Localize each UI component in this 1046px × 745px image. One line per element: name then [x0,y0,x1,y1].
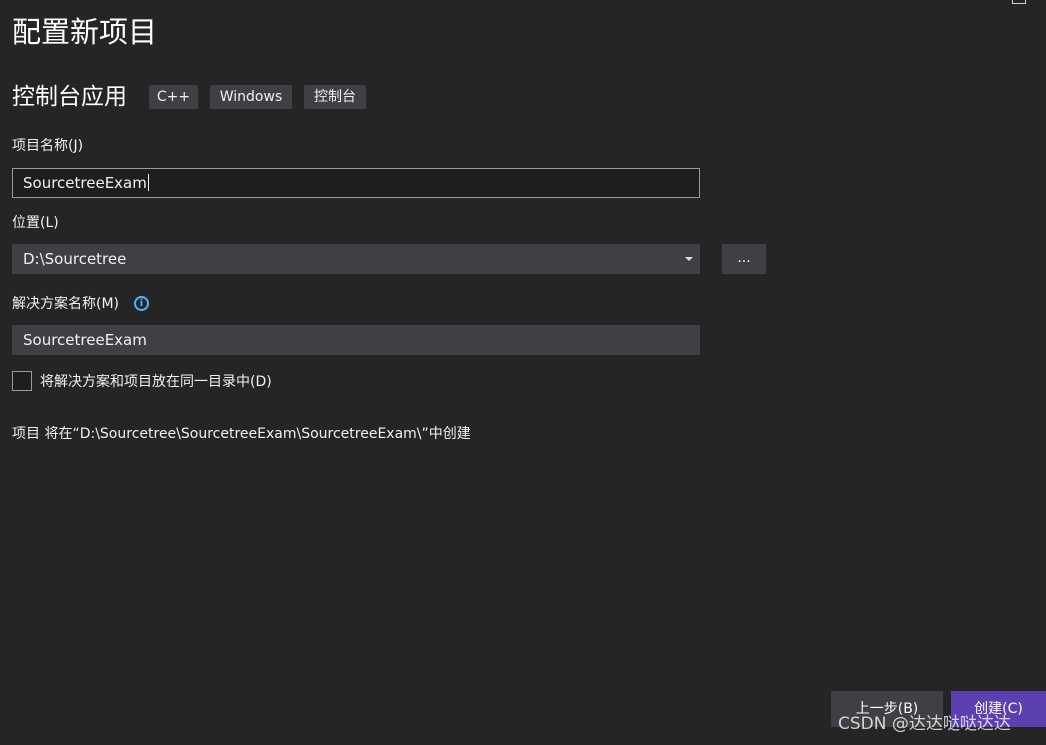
tag-cpp: C++ [149,85,198,109]
template-name: 控制台应用 [12,84,127,110]
tag-windows: Windows [210,85,292,109]
browse-button[interactable]: ... [722,244,766,274]
page-title: 配置新项目 [12,15,158,49]
location-label: 位置(L) [12,215,59,231]
text-caret [147,174,149,191]
project-name-value: SourcetreeExam [23,174,147,192]
project-path-note: 项目 将在“D:\Sourcetree\SourcetreeExam\Sourc… [12,426,471,442]
same-directory-label[interactable]: 将解决方案和项目放在同一目录中(D) [40,372,272,392]
window-close-icon[interactable] [1012,0,1026,4]
watermark: CSDN @达达哒哒达达 [838,714,1011,734]
project-name-input[interactable]: SourcetreeExam [12,168,700,198]
project-name-label: 项目名称(J) [12,138,84,154]
tag-console: 控制台 [304,85,366,109]
solution-name-value: SourcetreeExam [23,331,147,349]
location-select[interactable]: D:\Sourcetree [12,244,700,274]
solution-name-input[interactable]: SourcetreeExam [12,325,700,355]
info-icon[interactable]: i [134,296,149,311]
location-value: D:\Sourcetree [23,250,127,268]
same-directory-checkbox[interactable] [12,371,32,391]
solution-name-label: 解决方案名称(M) [12,296,120,312]
chevron-down-icon [685,257,693,261]
